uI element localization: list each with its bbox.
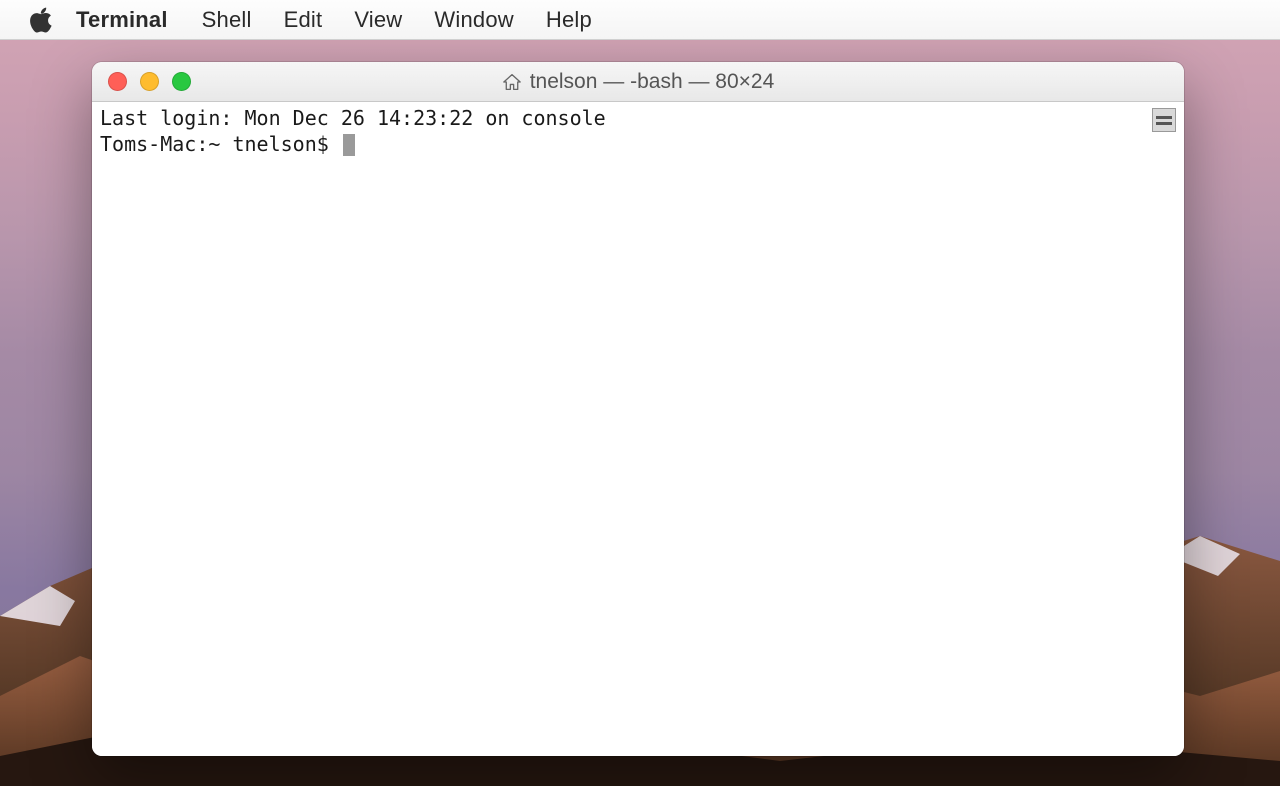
scroll-menu-icon[interactable] — [1152, 108, 1176, 132]
menu-edit[interactable]: Edit — [268, 7, 339, 33]
menu-app-name[interactable]: Terminal — [76, 7, 186, 33]
close-button[interactable] — [108, 72, 127, 91]
window-title-text: tnelson — -bash — 80×24 — [530, 70, 775, 94]
terminal-window: tnelson — -bash — 80×24 Last login: Mon … — [92, 62, 1184, 756]
menu-help[interactable]: Help — [530, 7, 608, 33]
window-title-area: tnelson — -bash — 80×24 — [92, 70, 1184, 94]
system-menubar: Terminal Shell Edit View Window Help — [0, 0, 1280, 40]
window-titlebar[interactable]: tnelson — -bash — 80×24 — [92, 62, 1184, 102]
apple-menu-icon[interactable] — [28, 7, 54, 33]
cursor — [343, 134, 355, 156]
last-login-line: Last login: Mon Dec 26 14:23:22 on conso… — [100, 106, 1176, 132]
menu-window[interactable]: Window — [418, 7, 529, 33]
menu-shell[interactable]: Shell — [186, 7, 268, 33]
window-controls — [92, 72, 191, 91]
zoom-button[interactable] — [172, 72, 191, 91]
minimize-button[interactable] — [140, 72, 159, 91]
home-icon — [502, 73, 522, 91]
shell-prompt: Toms-Mac:~ tnelson$ — [100, 132, 341, 156]
terminal-content[interactable]: Last login: Mon Dec 26 14:23:22 on conso… — [92, 102, 1184, 756]
menu-view[interactable]: View — [338, 7, 418, 33]
